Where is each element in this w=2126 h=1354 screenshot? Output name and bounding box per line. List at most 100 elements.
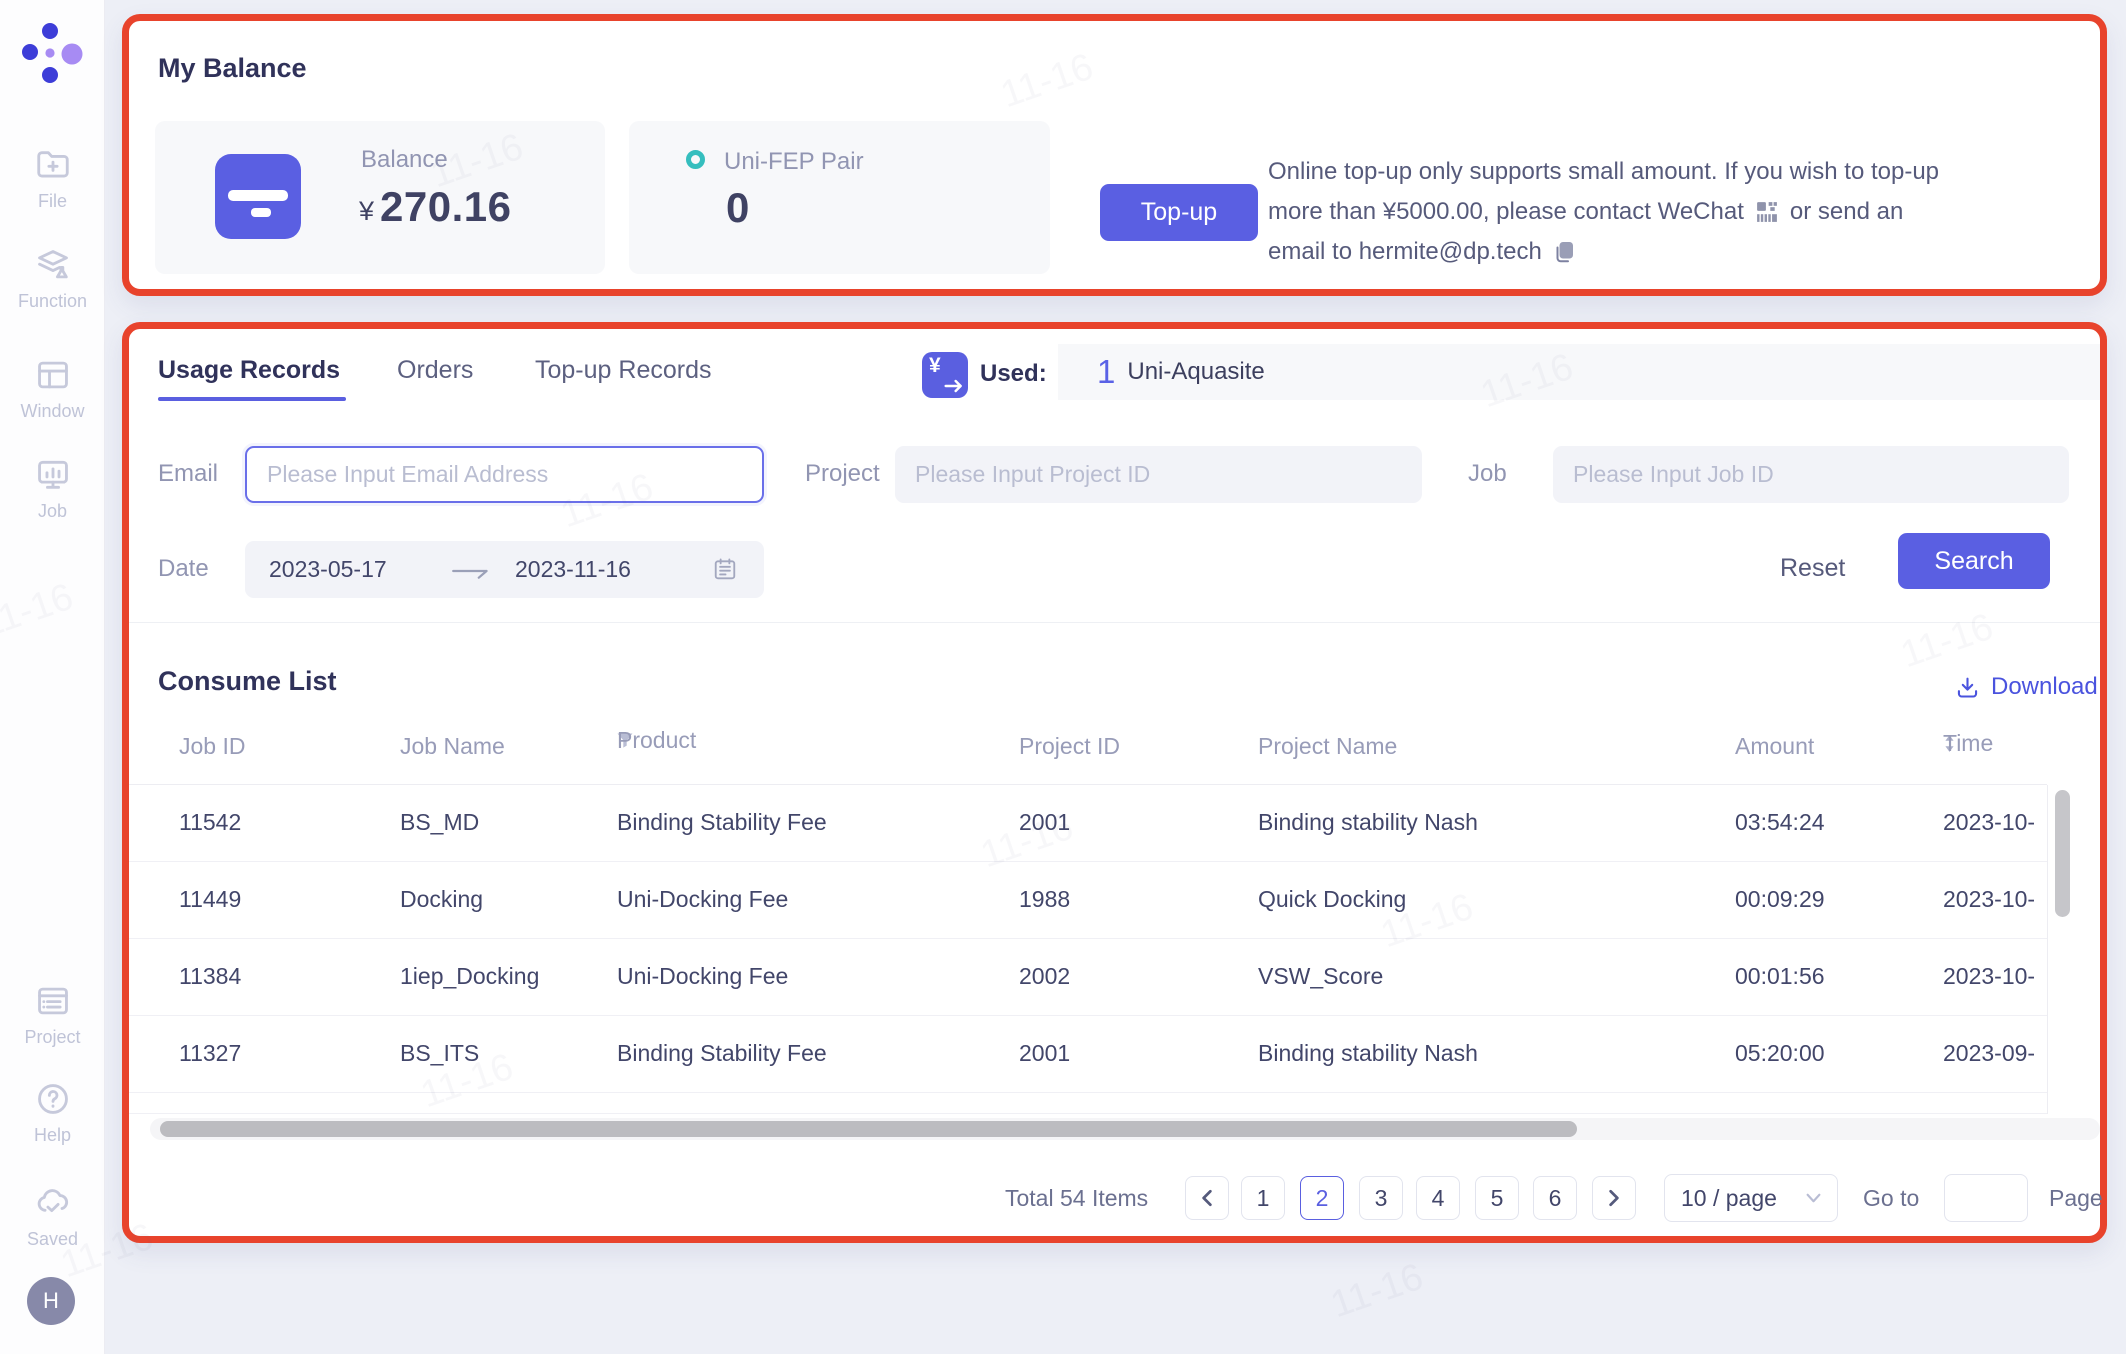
- sidebar-item-project[interactable]: Project: [0, 982, 105, 1048]
- notice-line2: more than ¥5000.00, please contact WeCha…: [1268, 198, 1744, 226]
- balance-stat-card: Balance ¥ 270.16: [155, 121, 605, 274]
- cell-product: Binding Stability Fee: [617, 1040, 827, 1067]
- cell-job-name: 1iep_Docking: [400, 963, 539, 990]
- cell-amount: 03:54:24: [1735, 809, 1825, 836]
- cell-time: 2023-10-: [1943, 963, 2047, 990]
- col-project-name: Project Name: [1258, 733, 1397, 760]
- avatar-letter: H: [43, 1288, 59, 1314]
- section-title: My Balance: [158, 53, 307, 84]
- cell-job-id: 11449: [179, 886, 241, 913]
- col-amount: Amount: [1735, 733, 1814, 760]
- project-input[interactable]: [895, 446, 1422, 503]
- active-tab-underline: [158, 397, 346, 401]
- tab-orders[interactable]: Orders: [397, 356, 473, 385]
- cell-product: Binding Stability Fee: [617, 809, 827, 836]
- cell-project-name: VSW_Score: [1258, 963, 1383, 990]
- copy-icon[interactable]: [1554, 241, 1574, 264]
- reset-button[interactable]: Reset: [1780, 554, 1845, 583]
- sidebar: File Function Window Job: [0, 0, 105, 1354]
- download-button[interactable]: Download: [1956, 673, 2098, 701]
- page-button-6[interactable]: 6: [1533, 1176, 1577, 1220]
- wechat-qr-icon[interactable]: [1756, 201, 1778, 223]
- app-logo-icon: [20, 21, 84, 87]
- page-button-5[interactable]: 5: [1475, 1176, 1519, 1220]
- date-range-picker[interactable]: 2023-05-17 2023-11-16: [245, 541, 764, 598]
- page-button-1[interactable]: 1: [1241, 1176, 1285, 1220]
- date-label: Date: [158, 555, 209, 583]
- page-button-2[interactable]: 2: [1300, 1176, 1344, 1220]
- date-start: 2023-05-17: [269, 556, 387, 583]
- notice-line1: Online top-up only supports small amount…: [1268, 158, 1939, 186]
- goto-page-input[interactable]: [1944, 1174, 2028, 1222]
- col-job-name: Job Name: [400, 733, 505, 760]
- yen-transfer-icon: ¥: [922, 352, 968, 398]
- watermark-text: 11-16: [1326, 1256, 1429, 1327]
- prev-page-button[interactable]: [1185, 1176, 1229, 1220]
- col-job-id: Job ID: [179, 733, 245, 760]
- help-icon: [34, 1080, 72, 1118]
- tab-topup-records[interactable]: Top-up Records: [535, 356, 711, 385]
- download-icon: [1956, 676, 1979, 699]
- email-input[interactable]: [245, 446, 764, 503]
- tab-usage-records[interactable]: Usage Records: [158, 356, 340, 385]
- horizontal-scrollbar[interactable]: [160, 1121, 1577, 1137]
- sidebar-item-label: Project: [24, 1027, 80, 1048]
- used-value: 1: [1097, 353, 1115, 391]
- cell-project-id: 2001: [1019, 1040, 1070, 1067]
- cell-project-name: Binding stability Nash: [1258, 1040, 1478, 1067]
- sidebar-item-function[interactable]: Function: [0, 246, 105, 312]
- cell-job-id: 11542: [179, 809, 241, 836]
- job-input[interactable]: [1553, 446, 2069, 503]
- cell-amount: 00:09:29: [1735, 886, 1825, 913]
- notice-line3: email to hermite@dp.tech: [1268, 238, 1542, 266]
- function-icon: [34, 246, 72, 284]
- section-divider: [129, 622, 2100, 623]
- col-project-id: Project ID: [1019, 733, 1120, 760]
- unifep-stat-card: Uni-FEP Pair 0: [629, 121, 1050, 274]
- col-product: Product: [617, 733, 633, 748]
- swap-right-icon: [451, 563, 491, 579]
- page-suffix-label: Page: [2049, 1185, 2103, 1212]
- page-button-3[interactable]: 3: [1359, 1176, 1403, 1220]
- cell-job-id: 11384: [179, 963, 241, 990]
- used-label: Used:: [980, 360, 1047, 388]
- vertical-scrollbar[interactable]: [2055, 790, 2070, 917]
- used-unit: Uni-Aquasite: [1127, 358, 1264, 386]
- used-badge: 1 Uni-Aquasite: [1058, 344, 2100, 400]
- page-size-select[interactable]: 10 / page: [1664, 1174, 1838, 1222]
- cell-product: Uni-Docking Fee: [617, 886, 788, 913]
- sidebar-item-help[interactable]: Help: [0, 1080, 105, 1146]
- next-page-button[interactable]: [1592, 1176, 1636, 1220]
- unifep-value: 0: [726, 184, 750, 232]
- sidebar-item-label: File: [38, 191, 67, 212]
- avatar[interactable]: H: [27, 1277, 75, 1325]
- table-row-border: [129, 1113, 2047, 1114]
- cell-time: 2023-09-: [1943, 1040, 2047, 1067]
- calendar-icon[interactable]: [713, 557, 737, 581]
- unifep-ring-icon: [686, 150, 705, 169]
- cell-job-name: Docking: [400, 886, 483, 913]
- unifep-label: Uni-FEP Pair: [724, 148, 864, 176]
- balance-value: ¥ 270.16: [359, 183, 512, 231]
- sidebar-item-saved[interactable]: Saved: [0, 1184, 105, 1250]
- cell-job-name: BS_MD: [400, 809, 479, 836]
- sidebar-item-label: Saved: [27, 1229, 78, 1250]
- cell-product: Uni-Docking Fee: [617, 963, 788, 990]
- col-time: Time: [1943, 733, 2047, 754]
- job-icon: [34, 456, 72, 494]
- search-button[interactable]: Search: [1898, 533, 2050, 589]
- top-up-button[interactable]: Top-up: [1100, 184, 1258, 241]
- project-label: Project: [805, 460, 880, 488]
- sidebar-item-label: Function: [18, 291, 87, 312]
- sidebar-item-label: Job: [38, 501, 67, 522]
- email-label: Email: [158, 460, 218, 488]
- top-up-notice: Online top-up only supports small amount…: [1268, 152, 2098, 272]
- goto-label: Go to: [1863, 1185, 1919, 1212]
- sidebar-item-job[interactable]: Job: [0, 456, 105, 522]
- page-button-4[interactable]: 4: [1416, 1176, 1460, 1220]
- sidebar-item-window[interactable]: Window: [0, 356, 105, 422]
- sidebar-item-file[interactable]: File: [0, 146, 105, 212]
- cell-job-name: BS_ITS: [400, 1040, 479, 1067]
- chevron-right-icon: [1607, 1189, 1621, 1207]
- chevron-left-icon: [1200, 1189, 1214, 1207]
